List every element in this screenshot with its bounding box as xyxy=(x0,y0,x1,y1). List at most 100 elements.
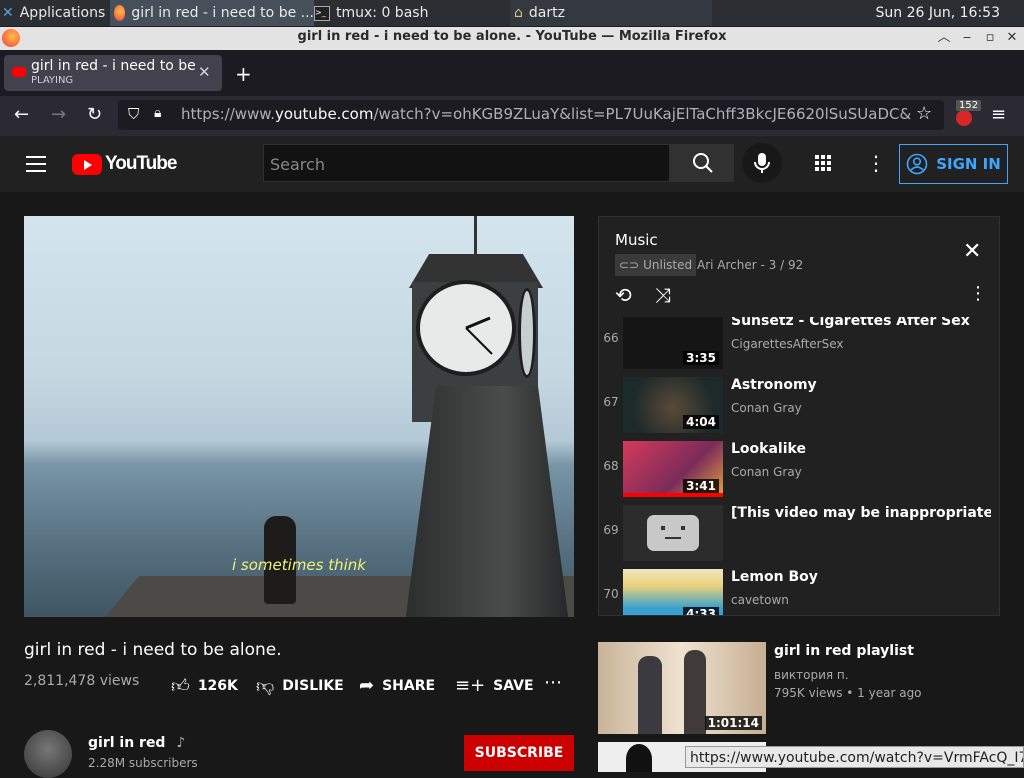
window-title: girl in red - i need to be alone. - YouT… xyxy=(297,29,727,44)
thumbs-up-icon: 👍︎ xyxy=(171,676,190,697)
browser-tab-youtube[interactable]: girl in red - i need to be alone. - YouT… xyxy=(4,55,222,91)
playlist-add-icon: ≡+ xyxy=(455,675,486,696)
item-index: 66 xyxy=(603,331,619,345)
minimize-button[interactable]: ‒ xyxy=(958,29,976,47)
item-title: Astronomy xyxy=(731,377,817,393)
playlist-item-current[interactable]: 68 3:41 Lookalike Conan Gray xyxy=(599,437,999,501)
playlist-item[interactable]: 69 [This video may be inappropriate] xyxy=(599,501,999,565)
close-playlist-icon[interactable]: ✕ xyxy=(963,239,981,264)
sign-in-label: SIGN IN xyxy=(936,155,1001,173)
shade-window-button[interactable]: ︿ xyxy=(935,29,953,47)
shuffle-icon[interactable]: ⤨ xyxy=(655,283,671,307)
url-text[interactable]: https://www.youtube.com/watch?v=ohKGB9ZL… xyxy=(181,105,911,123)
more-actions-icon[interactable]: ⋯ xyxy=(544,672,562,693)
task-firefox[interactable]: girl in red - i need to be ... xyxy=(110,0,314,26)
item-title: [This video may be inappropriate] xyxy=(731,505,991,521)
os-taskbar: ✕ Applications girl in red - i need to b… xyxy=(0,0,1024,27)
xfce-logo-icon: ✕ xyxy=(2,5,14,21)
playlist-item[interactable]: 67 4:04 Astronomy Conan Gray xyxy=(599,373,999,437)
recommendation-duration: 1:01:14 xyxy=(704,716,762,730)
save-label: SAVE xyxy=(493,677,534,694)
ublock-icon[interactable] xyxy=(956,110,972,126)
tab-playing-status: PLAYING xyxy=(31,75,74,86)
channel-name[interactable]: girl in red ♪ xyxy=(88,735,185,751)
search-input[interactable] xyxy=(264,145,672,183)
item-index: 70 xyxy=(603,587,619,601)
item-artist: Conan Gray xyxy=(731,401,802,415)
back-arrow-icon[interactable]: ← xyxy=(14,104,29,125)
like-count: 126K xyxy=(197,678,238,694)
lock-icon[interactable]: 🔒︎ xyxy=(154,105,161,121)
thumbnail-figure xyxy=(684,650,706,734)
guide-menu-icon[interactable] xyxy=(26,156,46,177)
music-note-icon: ♪ xyxy=(176,735,186,751)
playlist-header: Music ⊂⊃ Unlisted Ari Archer - 3 / 92 ✕ … xyxy=(599,217,999,317)
clock[interactable]: Sun 26 Jun, 16:53 xyxy=(876,0,1000,26)
recommendation-channel[interactable]: виктория п. xyxy=(774,668,849,682)
clock-face xyxy=(416,280,516,376)
sign-in-button[interactable]: SIGN IN xyxy=(899,144,1008,184)
playlist-item[interactable]: 66 3:35 Sunsetz - Cigarettes After Sex C… xyxy=(599,309,999,373)
recommendation-thumbnail[interactable]: 1:01:14 xyxy=(598,642,766,734)
url-path: /watch?v=ohKGB9ZLuaY&list=PL7UuKajElTaCh… xyxy=(373,105,911,123)
subscribe-button[interactable]: SUBSCRIBE xyxy=(464,735,574,771)
close-tab-icon[interactable]: ✕ xyxy=(198,63,211,81)
playlist-items: 66 3:35 Sunsetz - Cigarettes After Sex C… xyxy=(599,313,999,615)
tower-spire xyxy=(474,216,477,256)
app-menu-icon[interactable]: ≡ xyxy=(991,104,1006,125)
settings-more-icon[interactable]: ⋮ xyxy=(866,151,886,175)
save-button[interactable]: ≡+ SAVE xyxy=(455,675,534,696)
task-label: dartz xyxy=(528,5,565,21)
item-title: Lemon Boy xyxy=(731,569,818,585)
item-thumbnail xyxy=(623,505,723,561)
applications-menu[interactable]: ✕ Applications xyxy=(0,0,110,26)
url-bar[interactable]: ⛉ 🔒︎ https://www.youtube.com/watch?v=ohK… xyxy=(118,100,944,130)
watch-progress-bar xyxy=(623,493,723,497)
close-window-button[interactable]: ✕ xyxy=(1003,29,1021,47)
share-label: SHARE xyxy=(382,677,436,694)
bookmark-star-icon[interactable]: ☆ xyxy=(916,103,932,124)
reload-icon[interactable]: ↻ xyxy=(87,104,102,125)
search-button[interactable] xyxy=(670,144,734,182)
view-count: 2,811,478 views xyxy=(24,673,140,689)
applications-label: Applications xyxy=(19,5,106,21)
share-button[interactable]: ➦ SHARE xyxy=(359,675,435,696)
task-tmux[interactable]: >_ tmux: 0 bash xyxy=(312,0,509,26)
video-player[interactable]: i sometimes think xyxy=(24,216,574,617)
recommendation-meta: 795K views • 1 year ago xyxy=(774,686,922,700)
home-folder-icon: ⌂ xyxy=(514,5,523,21)
channel-avatar[interactable] xyxy=(24,730,72,778)
item-thumbnail: 3:35 xyxy=(623,313,723,369)
item-thumbnail: 4:33 xyxy=(623,569,723,615)
shield-icon[interactable]: ⛉ xyxy=(128,105,139,123)
recommendation-title[interactable]: girl in red playlist xyxy=(774,643,914,659)
task-label: tmux: 0 bash xyxy=(336,5,429,21)
item-index: 67 xyxy=(603,395,619,409)
link-icon: ⊂⊃ xyxy=(619,258,640,272)
apps-grid-icon[interactable] xyxy=(815,155,831,171)
share-arrow-icon: ➦ xyxy=(359,675,375,696)
playlist-more-icon[interactable]: ⋮ xyxy=(969,283,987,304)
thumbs-down-icon: 👎︎ xyxy=(256,676,275,697)
youtube-logo[interactable]: YouTube xyxy=(72,153,177,175)
dislike-button[interactable]: 👎︎ DISLIKE xyxy=(256,675,344,697)
new-tab-button[interactable]: + xyxy=(235,62,252,86)
playlist-item[interactable]: 70 4:33 Lemon Boy cavetown xyxy=(599,565,999,615)
item-duration: 4:33 xyxy=(683,607,719,615)
playlist-owner-position: Ari Archer - 3 / 92 xyxy=(697,258,804,272)
item-duration: 3:35 xyxy=(683,351,719,365)
task-dartz[interactable]: ⌂ dartz xyxy=(510,0,712,26)
maximize-button[interactable]: ▫ xyxy=(981,29,999,47)
microphone-icon xyxy=(754,153,770,173)
url-prefix: https://www. xyxy=(181,105,275,123)
search-box xyxy=(263,144,672,183)
playlist-title[interactable]: Music xyxy=(615,231,658,249)
firefox-icon xyxy=(114,5,126,21)
item-title: Lookalike xyxy=(731,441,806,457)
loop-playlist-icon[interactable]: ⟲ xyxy=(615,283,632,307)
youtube-play-icon xyxy=(72,153,102,175)
like-button[interactable]: 👍︎ 126K xyxy=(171,675,238,697)
voice-search-button[interactable] xyxy=(742,143,782,183)
item-thumbnail: 3:41 xyxy=(623,441,723,497)
forward-arrow-icon[interactable]: → xyxy=(51,104,66,125)
